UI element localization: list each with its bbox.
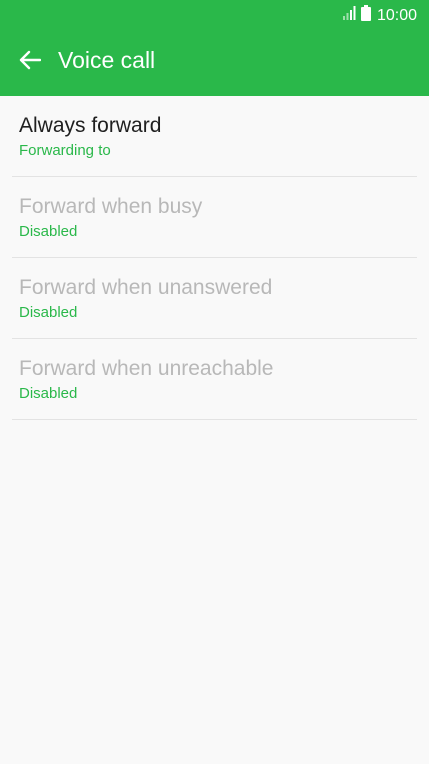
list-item-status: Disabled: [19, 223, 78, 240]
toolbar: Voice call: [0, 32, 429, 96]
page-title: Voice call: [58, 47, 156, 73]
list-item-title: Forward when busy: [19, 195, 203, 218]
signal-icon: [342, 6, 357, 25]
list-item-forward-when-busy[interactable]: Forward when busy Disabled: [12, 177, 417, 258]
list-item-title: Always forward: [19, 114, 162, 137]
list-item-always-forward[interactable]: Always forward Forwarding to: [12, 96, 417, 177]
battery-icon: [360, 5, 371, 26]
list-item-status: Forwarding to: [19, 142, 111, 159]
list-item-title: Forward when unreachable: [19, 357, 274, 380]
list-item-forward-when-unanswered[interactable]: Forward when unanswered Disabled: [12, 258, 417, 339]
app-bar: 10:00 Voice call: [0, 0, 429, 96]
forward-options-list: Always forward Forwarding to Forward whe…: [0, 96, 429, 420]
status-icons: 10:00: [342, 5, 417, 26]
list-item-status: Disabled: [19, 304, 78, 321]
back-button[interactable]: [14, 46, 46, 78]
arrow-back-icon: [19, 50, 42, 75]
list-item-status: Disabled: [19, 385, 78, 402]
list-item-title: Forward when unanswered: [19, 276, 273, 299]
status-time: 10:00: [376, 6, 417, 24]
list-item-forward-when-unreachable[interactable]: Forward when unreachable Disabled: [12, 339, 417, 420]
